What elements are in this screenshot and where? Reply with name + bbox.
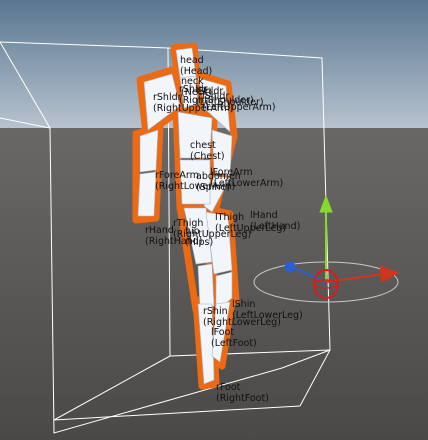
gizmo-z-handle-icon[interactable] [284,261,296,273]
bone-right-upper-arm[interactable] [139,129,159,173]
bone-right-forearm[interactable] [137,171,157,217]
bone-right-knee[interactable] [197,263,215,309]
bone-chest[interactable] [177,111,213,159]
bone-abdomen[interactable] [179,159,211,205]
scene-viewport[interactable]: head (Head) neck (Neck) lShldr (LeftShoulde… [0,0,428,440]
bone-left-upper-arm[interactable] [211,129,233,177]
scene-canvas[interactable] [0,0,428,440]
